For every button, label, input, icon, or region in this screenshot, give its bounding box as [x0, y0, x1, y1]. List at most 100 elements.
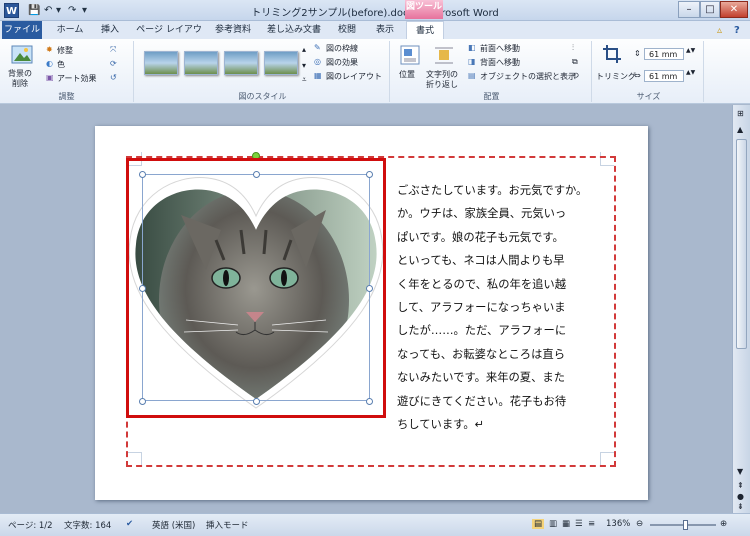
insert-mode[interactable]: 挿入モード: [206, 519, 249, 531]
group-picture-styles-label: 図のスタイル: [238, 92, 287, 101]
group-arrange: 位置 文字列の 折り返し ◧ 前面へ移動 ◨ 背面へ移動 ▤ オブジェクトの選択…: [392, 41, 592, 102]
minimize-button[interactable]: –: [678, 1, 700, 18]
position-icon[interactable]: [400, 45, 420, 65]
previous-page-icon[interactable]: ⇞: [737, 481, 744, 490]
draft-icon[interactable]: ≡: [588, 519, 595, 529]
tab-review[interactable]: 校閲: [330, 21, 364, 39]
send-backward-button[interactable]: 背面へ移動: [480, 57, 520, 68]
group-size-label: サイズ: [636, 92, 661, 101]
browse-object-icon[interactable]: ●: [737, 492, 744, 501]
tab-view[interactable]: 表示: [368, 21, 402, 39]
remove-background-icon[interactable]: [11, 44, 33, 66]
width-input[interactable]: 61 mm: [644, 70, 684, 82]
picture-tools-context-label: 図ツール: [405, 0, 443, 19]
scrollbar-thumb[interactable]: [736, 139, 747, 349]
gallery-up-icon[interactable]: ▴: [302, 45, 306, 54]
picture-layout-button[interactable]: 図のレイアウト: [326, 71, 382, 82]
picture-style-thumbnail[interactable]: [264, 51, 298, 75]
word-count[interactable]: 文字数: 164: [64, 519, 111, 531]
zoom-level[interactable]: 136%: [606, 519, 630, 529]
group-icon[interactable]: ⧉: [572, 57, 578, 67]
web-layout-icon[interactable]: ▦: [562, 519, 570, 529]
text-line: したが……。ただ、アラフォーに: [397, 324, 567, 338]
crop-icon[interactable]: [602, 44, 622, 64]
send-backward-icon[interactable]: ◨: [468, 57, 476, 66]
gallery-down-icon[interactable]: ▾: [302, 61, 306, 70]
color-button[interactable]: 色: [57, 59, 65, 70]
vertical-scrollbar[interactable]: ⊞ ▲ ▼ ⇞ ● ⇟: [732, 105, 750, 513]
group-size: トリミング ⇕ 61 mm ▲▼ ⇔ 61 mm ▲▼ サイズ: [594, 41, 704, 102]
width-icon: ⇔: [634, 71, 641, 80]
scroll-down-icon[interactable]: ▼: [737, 467, 743, 476]
remove-background-button[interactable]: 背景の 削除: [8, 69, 32, 89]
gallery-more-icon[interactable]: ⩡: [302, 75, 307, 85]
rotate-icon[interactable]: ⟲: [572, 71, 579, 80]
picture-style-thumbnail[interactable]: [184, 51, 218, 75]
picture-effects-button[interactable]: 図の効果: [326, 57, 358, 68]
picture-style-thumbnail[interactable]: [224, 51, 258, 75]
group-adjust: 背景の 削除 ✸ 修整 ◐ 色 ▣ アート効果 ⤧ ⟳ ↺ 調整: [0, 41, 134, 102]
print-layout-icon[interactable]: ▤: [532, 519, 545, 529]
selection-pane-icon[interactable]: ▤: [468, 71, 476, 80]
text-line: か。ウチは、家族全員、元気いっ: [397, 207, 567, 221]
language-indicator[interactable]: 英語 (米国): [152, 519, 195, 531]
text-line: して、アラフォーになっちゃいま: [397, 301, 566, 315]
group-adjust-label: 調整: [58, 92, 75, 101]
align-icon[interactable]: ⫶: [572, 43, 574, 53]
outline-icon[interactable]: ☰: [575, 519, 583, 529]
tab-insert[interactable]: 挿入: [92, 21, 128, 39]
close-button[interactable]: ✕: [720, 1, 748, 18]
height-icon: ⇕: [634, 49, 641, 58]
bring-forward-button[interactable]: 前面へ移動: [480, 43, 520, 54]
corrections-button[interactable]: 修整: [57, 45, 73, 56]
zoom-slider-thumb[interactable]: [683, 520, 688, 530]
position-button[interactable]: 位置: [399, 69, 415, 80]
ribbon-tab-row: ファイル ホーム 挿入 ページ レイアウト 参考資料 差し込み文書 校閲 表示 …: [0, 21, 750, 53]
picture-border-button[interactable]: 図の枠線: [326, 43, 358, 54]
page-count[interactable]: ページ: 1/2: [8, 519, 53, 531]
help-icon[interactable]: ?: [734, 23, 740, 38]
text-line: なっても、お転婆なところは直ら: [397, 347, 565, 361]
next-page-icon[interactable]: ⇟: [737, 502, 744, 511]
crop-button[interactable]: トリミング: [596, 71, 636, 82]
art-effects-icon[interactable]: ▣: [46, 73, 54, 82]
maximize-button[interactable]: □: [700, 1, 720, 18]
corrections-icon[interactable]: ✸: [46, 45, 53, 54]
height-input[interactable]: 61 mm: [644, 48, 684, 60]
full-screen-reading-icon[interactable]: ▥: [549, 519, 557, 529]
proofing-icon[interactable]: ✔: [126, 519, 133, 529]
width-spinner-icon[interactable]: ▲▼: [686, 69, 695, 76]
text-line: ぱいです。娘の花子も元気です。: [397, 230, 564, 244]
tab-file[interactable]: ファイル: [2, 21, 42, 39]
change-picture-icon[interactable]: ⟳: [110, 59, 117, 68]
tab-home[interactable]: ホーム: [50, 21, 90, 39]
picture-layout-icon[interactable]: ▦: [314, 71, 322, 80]
bring-forward-icon[interactable]: ◧: [468, 43, 476, 52]
compress-pictures-icon[interactable]: ⤧: [110, 45, 116, 55]
tab-mailings[interactable]: 差し込み文書: [262, 21, 326, 39]
picture-effects-icon[interactable]: ◎: [314, 57, 321, 66]
wrap-text-icon[interactable]: [434, 45, 454, 65]
reset-picture-icon[interactable]: ↺: [110, 73, 117, 82]
ribbon: 背景の 削除 ✸ 修整 ◐ 色 ▣ アート効果 ⤧ ⟳ ↺ 調整 ▴ ▾ ⩡ ✎…: [0, 39, 750, 104]
text-line: ちしています。↵: [397, 418, 485, 432]
tab-references[interactable]: 参考資料: [208, 21, 258, 39]
wrap-text-line2[interactable]: 折り返し: [426, 79, 458, 90]
tab-format[interactable]: 書式: [406, 21, 444, 40]
picture-border-icon[interactable]: ✎: [314, 43, 321, 52]
zoom-in-icon[interactable]: ⊕: [720, 519, 727, 529]
picture-style-thumbnail[interactable]: [144, 51, 178, 75]
art-effects-button[interactable]: アート効果: [57, 73, 97, 84]
color-icon[interactable]: ◐: [46, 59, 53, 68]
body-text[interactable]: ごぶさたしています。お元気ですか。 か。ウチは、家族全員、元気いっ ぱいです。娘…: [397, 179, 611, 436]
window-title: トリミング2サンプル(before).docx - Microsoft Word: [251, 8, 499, 19]
selection-pane-button[interactable]: オブジェクトの選択と表示: [480, 71, 576, 82]
height-spinner-icon[interactable]: ▲▼: [686, 47, 695, 54]
tab-page-layout[interactable]: ページ レイアウト: [132, 21, 206, 53]
ruler-toggle-icon[interactable]: ⊞: [737, 109, 744, 118]
zoom-out-icon[interactable]: ⊖: [636, 519, 643, 529]
text-line: といっても、ネコは人間よりも早: [397, 254, 565, 268]
minimize-ribbon-icon[interactable]: ▵: [717, 23, 722, 38]
scroll-up-icon[interactable]: ▲: [737, 125, 743, 134]
text-line: く年をとるので、私の年を追い越: [397, 277, 567, 291]
